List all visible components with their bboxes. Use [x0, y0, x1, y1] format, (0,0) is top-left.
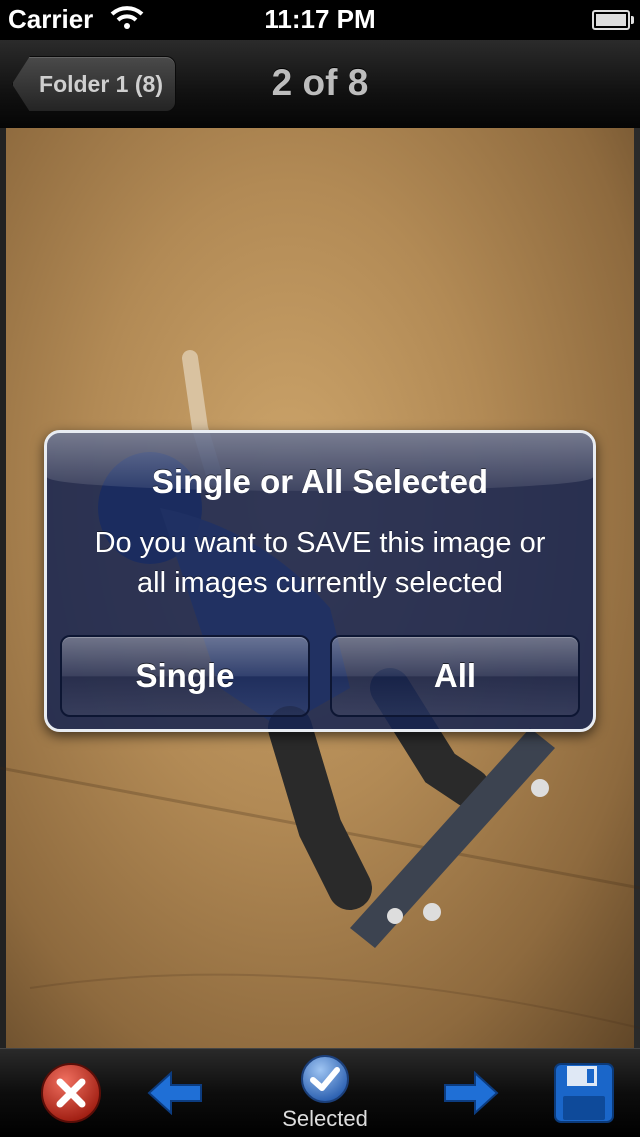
- bottom-toolbar: Selected: [0, 1048, 640, 1137]
- selected-toggle[interactable]: Selected: [260, 1049, 390, 1137]
- previous-button[interactable]: [140, 1049, 210, 1137]
- selected-label: Selected: [282, 1106, 368, 1131]
- alert-title: Single or All Selected: [151, 463, 489, 500]
- arrow-right-icon: [444, 1071, 499, 1115]
- navigation-bar: Folder 1 (8) 2 of 8: [0, 40, 640, 129]
- alert-message: Do you want to SAVE this image or all im…: [63, 523, 577, 603]
- floppy-disk-icon: [554, 1063, 614, 1123]
- alert-dialog: Single or All Selected Do you want to SA…: [44, 430, 596, 732]
- close-icon: [41, 1063, 101, 1123]
- battery-icon: [592, 10, 634, 30]
- single-button[interactable]: Single: [60, 635, 310, 717]
- next-button[interactable]: [436, 1049, 506, 1137]
- alert-message-line-2: all images currently selected: [137, 567, 503, 599]
- status-bar: Carrier 11:17 PM: [0, 0, 640, 40]
- page-title: 2 of 8: [271, 62, 369, 103]
- checkmark-icon: [301, 1055, 349, 1103]
- cancel-button[interactable]: [36, 1049, 106, 1137]
- alert-message-line-1: Do you want to SAVE this image or: [94, 527, 546, 559]
- save-button[interactable]: [544, 1049, 624, 1137]
- all-button[interactable]: All: [330, 635, 580, 717]
- status-time: 11:17 PM: [264, 4, 376, 34]
- arrow-left-icon: [147, 1071, 202, 1115]
